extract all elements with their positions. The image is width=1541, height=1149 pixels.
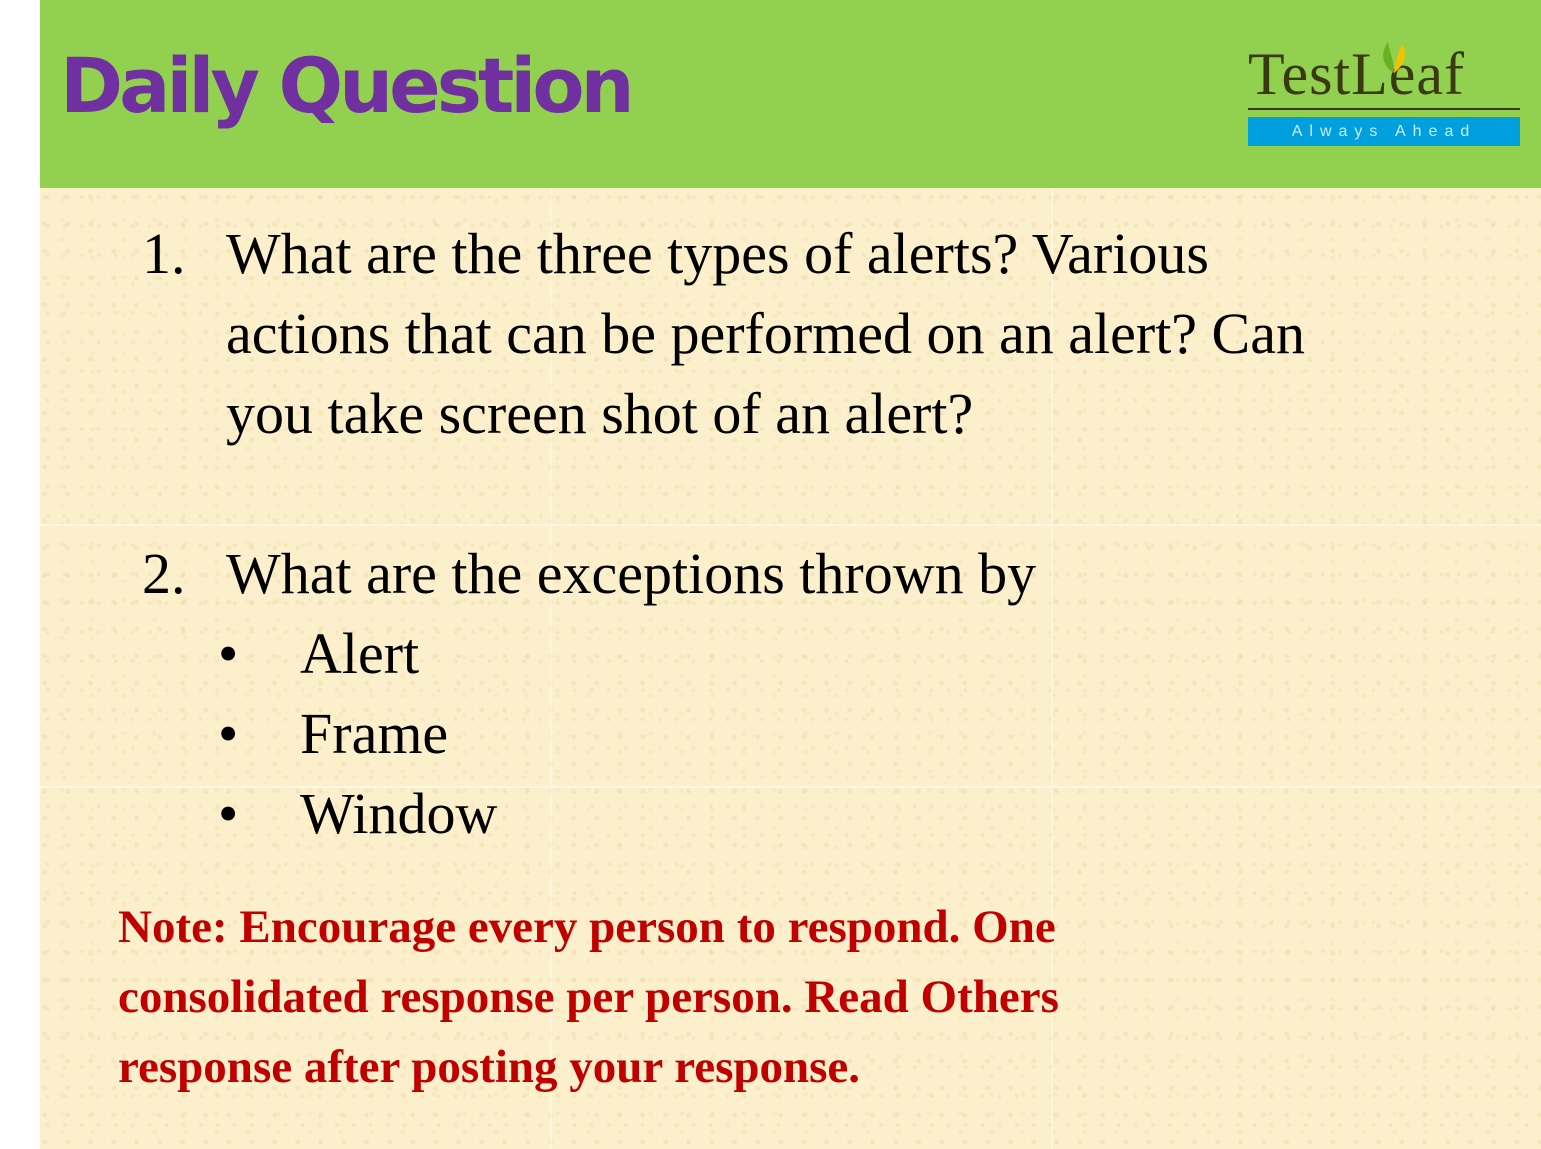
list-item: • Frame bbox=[218, 694, 449, 774]
header-band: Daily Question TestLeaf Always Ahead bbox=[40, 0, 1541, 188]
note-line: Note: Encourage every person to respond.… bbox=[118, 901, 1056, 953]
list-item-label: Window bbox=[300, 781, 498, 846]
bullet-marker: • bbox=[218, 781, 239, 846]
list-item: • Window bbox=[218, 774, 498, 854]
question-line: What are the exceptions thrown by bbox=[226, 541, 1037, 606]
logo-brand-text: TestLeaf bbox=[1248, 41, 1466, 107]
question-line: you take screen shot of an alert? bbox=[226, 381, 974, 446]
slide: Daily Question TestLeaf Always Ahead 1. … bbox=[40, 0, 1541, 1149]
leaf-icon bbox=[1383, 42, 1405, 73]
question-line: actions that can be performed on an aler… bbox=[226, 301, 1305, 366]
logo-tagline: Always Ahead bbox=[1248, 117, 1520, 146]
question-number: 2. bbox=[142, 541, 186, 606]
note-line: response after posting your response. bbox=[118, 1041, 861, 1093]
question-line: What are the three types of alerts? Vari… bbox=[226, 221, 1209, 286]
question-number: 1. bbox=[142, 221, 186, 286]
texture-seam bbox=[40, 524, 1541, 526]
list-item-label: Alert bbox=[300, 621, 420, 686]
testleaf-logo: TestLeaf Always Ahead bbox=[1248, 42, 1522, 148]
question-2: 2. What are the exceptions thrown by bbox=[142, 534, 1037, 614]
note-text: Note: Encourage every person to respond.… bbox=[118, 892, 1418, 1102]
logo-underline bbox=[1248, 108, 1520, 110]
list-item-label: Frame bbox=[300, 701, 449, 766]
bullet-marker: • bbox=[218, 621, 239, 686]
texture-seam bbox=[40, 786, 1541, 788]
question-1: 1. What are the three types of alerts? V… bbox=[142, 214, 1305, 454]
bullet-marker: • bbox=[218, 701, 239, 766]
page-title: Daily Question bbox=[60, 41, 635, 130]
list-item: • Alert bbox=[218, 614, 420, 694]
note-line: consolidated response per person. Read O… bbox=[118, 971, 1059, 1023]
